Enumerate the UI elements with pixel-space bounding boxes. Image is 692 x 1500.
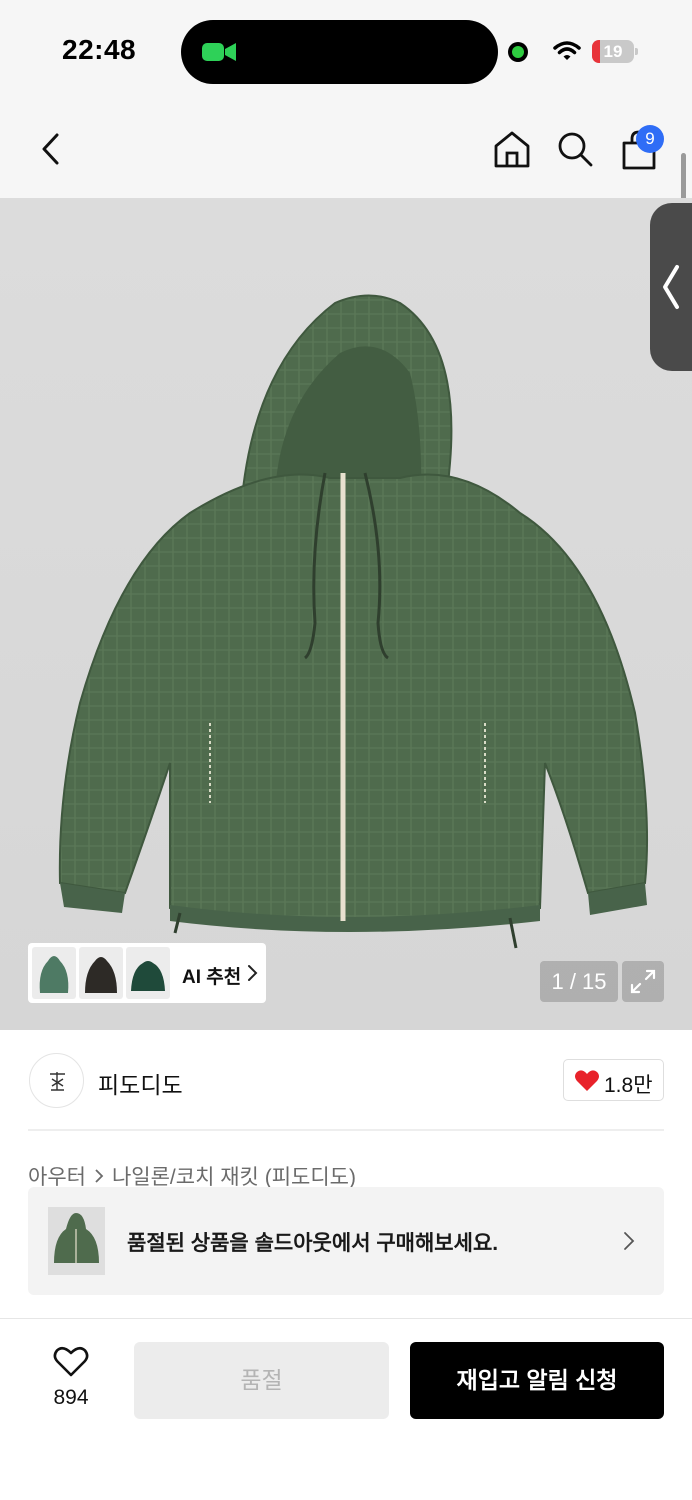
battery-percent: 19 [603,42,623,61]
wishlist-button[interactable]: 894 [36,1342,106,1422]
wifi-icon [553,41,581,60]
home-icon [494,131,530,168]
ai-rec-thumb-image [126,947,170,999]
heart-outline-icon [53,1346,89,1377]
soldout-market-banner[interactable]: 품절된 상품을 솔드아웃에서 구매해보세요. [28,1187,664,1295]
soldout-banner-thumb [48,1207,105,1275]
chevron-right-icon [624,1232,635,1250]
ai-recommend-widget[interactable]: AI 추천 [28,943,266,1003]
chevron-left-icon [663,265,679,309]
scroll-indicator [681,153,686,203]
home-button[interactable] [488,125,536,173]
heart-filled-icon [575,1070,599,1091]
bottom-bar-divider [0,1318,692,1319]
brand-logo[interactable] [29,1053,84,1108]
chevron-right-icon [95,1169,104,1183]
soldout-banner-jacket-image [54,1213,99,1263]
mic-dot-icon [508,42,528,62]
product-jacket-image [58,294,649,949]
battery-icon: 19 [592,40,638,63]
chevron-right-icon [248,965,258,981]
wishlist-count: 894 [53,1386,89,1409]
brand-like-button[interactable]: 1.8만 [563,1059,664,1101]
status-bar: 22:48 19 [0,0,692,100]
dynamic-island [181,20,498,84]
cart-count-badge: 9 [636,125,664,153]
image-page-counter: 1 / 15 [540,961,618,1002]
expand-icon [630,969,656,994]
soldout-button[interactable]: 품절 [134,1342,389,1419]
ai-recommend-label: AI 추천 [182,967,242,988]
facetime-camera-icon [202,43,236,61]
brand-name[interactable]: 피도디도 [98,1066,183,1100]
back-button[interactable] [26,125,74,173]
top-nav-bar [0,100,692,198]
ai-rec-thumb-2[interactable] [79,947,123,999]
ai-rec-thumb-image [79,947,123,999]
brand-like-count: 1.8만 [604,1074,653,1097]
divider [28,1129,664,1131]
product-image-carousel[interactable] [0,198,692,1030]
ai-rec-thumb-image [32,947,76,999]
ai-rec-thumb-3[interactable] [126,947,170,999]
status-time: 22:48 [62,34,137,65]
restock-alert-button[interactable]: 재입고 알림 신청 [410,1342,664,1419]
back-icon [42,133,59,165]
ai-rec-thumb-1[interactable] [32,947,76,999]
search-button[interactable] [551,125,599,173]
expand-image-button[interactable] [622,961,664,1002]
brand-logo-mark [50,1072,65,1091]
soldout-banner-text: 품절된 상품을 솔드아웃에서 구매해보세요. [127,1232,499,1255]
side-panel-tab[interactable] [650,203,692,371]
search-icon [558,132,593,167]
